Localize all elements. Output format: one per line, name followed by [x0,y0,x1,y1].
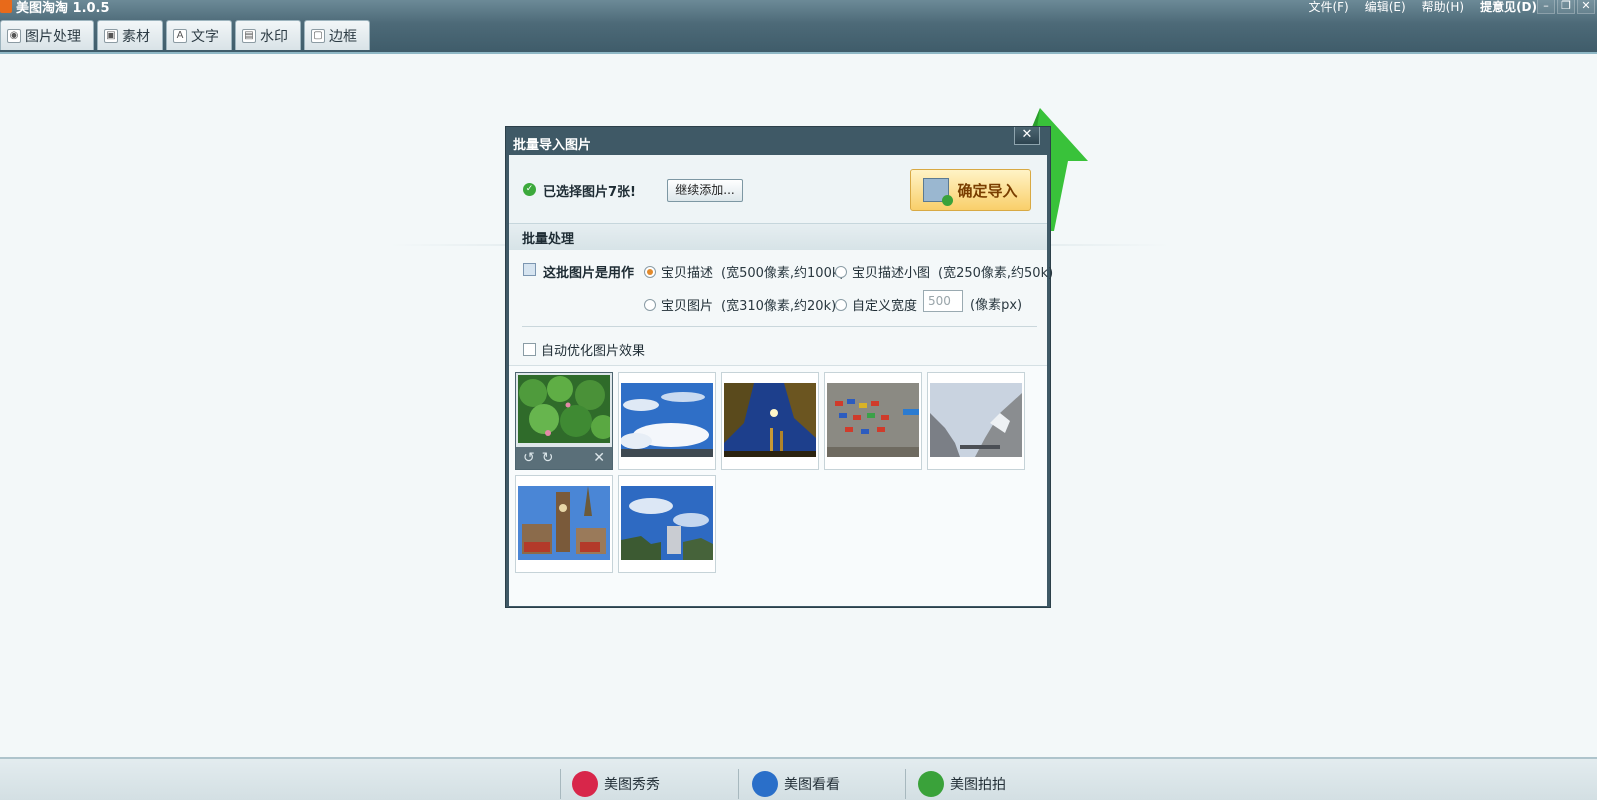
section-divider [522,326,1037,327]
bottom-link-meitu-paipai[interactable]: 美图拍拍 [918,771,1006,797]
thumbnail-blue-sky[interactable] [618,372,716,470]
tab-label: 图片处理 [25,28,81,45]
bottom-link-meitu-xiuxiu[interactable]: 美图秀秀 [572,771,660,797]
batch-section-header: 批量处理 [509,223,1047,250]
radio-item-picture[interactable]: 宝贝图片 (宽310像素,约20k) [644,295,836,314]
bottom-bar: 美图秀秀 美图看看 美图拍拍 [0,757,1597,800]
tab-frame[interactable]: ▢ 边框 [304,20,370,50]
auto-optimize-label: 自动优化图片效果 [541,344,646,359]
tab-label: 素材 [122,28,150,45]
tab-label: 文字 [191,28,219,45]
main-tabs: ◉ 图片处理 ▣ 素材 A 文字 ▤ 水印 ▢ 边框 [0,20,370,50]
rotate-left-icon[interactable]: ↺ [523,450,535,466]
bottom-separator [738,769,739,799]
selection-summary: ✓ 已选择图片7张! 继续添加... 确定导入 [509,155,1047,223]
meitu-paipai-icon [918,771,944,797]
radio-button[interactable] [644,298,656,311]
thumbnail-toolbar: ↺ ↻ ✕ [516,447,612,469]
sky-photo [621,383,713,457]
radio-item-description[interactable]: 宝贝描述 (宽500像素,约100k) [644,262,844,281]
frame-icon: ▢ [311,28,325,43]
thumbnail-snow-mountain[interactable] [927,372,1025,470]
usage-icon [523,263,536,276]
dialog-body: ✓ 已选择图片7张! 继续添加... 确定导入 批量处理 这批图片是用作 宝贝描… [509,155,1053,606]
usage-label: 这批图片是用作 [543,266,635,281]
app-name: 美图淘淘 1.0.5 [16,0,110,16]
confirm-import-button[interactable]: 确定导入 [910,169,1031,211]
minimize-icon[interactable]: – [1537,0,1555,14]
radio-button[interactable] [835,298,847,311]
selected-count-text: 已选择图片7张! [543,185,636,200]
auto-optimize-checkbox[interactable] [523,343,536,356]
menu-file[interactable]: 文件(F) [1308,0,1348,15]
batch-import-dialog: 批量导入图片 ✕ ✓ 已选择图片7张! 继续添加... 确定导入 批量处理 这批… [505,126,1053,608]
batch-section-title: 批量处理 [522,232,575,247]
bottom-separator [905,769,906,799]
remove-icon[interactable]: ✕ [593,450,605,466]
menu-edit[interactable]: 编辑(E) [1365,0,1406,15]
app-logo-icon [0,0,12,13]
import-image-icon [923,178,954,206]
thumbnail-flag-wall[interactable] [824,372,922,470]
custom-width-unit: (像素px) [970,298,1023,313]
thumbnail-lotus-leaves[interactable]: ↺ ↻ ✕ [515,372,613,470]
bottom-link-meitu-kankan[interactable]: 美图看看 [752,771,840,797]
city-sky-photo [621,486,713,560]
radio-custom-width[interactable]: 自定义宽度 [835,295,917,314]
meitu-kankan-icon [752,771,778,797]
bottom-link-label: 美图秀秀 [604,777,660,793]
bottom-link-label: 美图拍拍 [950,777,1006,793]
custom-width-input[interactable]: 500 [923,290,963,312]
radio-button[interactable] [835,265,847,278]
night-trees-photo [724,383,816,457]
menu-bar: 文件(F) 编辑(E) 帮助(H) 提意见(D) [1308,0,1537,15]
tab-material[interactable]: ▣ 素材 [97,20,163,50]
tab-text[interactable]: A 文字 [166,20,232,50]
radio-hint: (宽250像素,约50k) [938,266,1054,281]
restore-icon[interactable]: ❐ [1557,0,1575,14]
lotus-photo [518,375,610,443]
confirm-import-label: 确定导入 [957,181,1018,200]
radio-label: 宝贝描述 [661,266,714,281]
watermark-icon: ▤ [242,28,256,43]
meitu-xiuxiu-icon [572,771,598,797]
rotate-right-icon[interactable]: ↻ [542,450,554,466]
thumbnail-clock-tower[interactable] [515,475,613,573]
dialog-title: 批量导入图片 [513,138,592,153]
snow-mountain-photo [930,383,1022,457]
tab-label: 水印 [260,28,288,45]
radio-item-description-small[interactable]: 宝贝描述小图 (宽250像素,约50k) [835,262,1053,281]
bottom-link-label: 美图看看 [784,777,840,793]
thumbnail-night-trees[interactable] [721,372,819,470]
flag-wall-photo [827,383,919,457]
add-more-button[interactable]: 继续添加... [667,179,743,202]
image-process-icon: ◉ [7,28,21,43]
tab-image-process[interactable]: ◉ 图片处理 [0,20,94,50]
radio-label: 宝贝图片 [661,299,714,314]
thumbnail-city-sky[interactable] [618,475,716,573]
check-circle-icon: ✓ [523,183,536,196]
radio-button[interactable] [644,265,656,278]
thumbnail-grid: ↺ ↻ ✕ [509,365,1047,606]
tab-label: 边框 [329,28,357,45]
dialog-close-button[interactable]: ✕ [1014,127,1040,145]
title-bar: 美图淘淘 1.0.5 文件(F) 编辑(E) 帮助(H) 提意见(D) – ❐ … [0,0,1597,54]
menu-feedback[interactable]: 提意见(D) [1480,0,1537,15]
auto-optimize-option[interactable]: 自动优化图片效果 [523,340,645,359]
radio-label: 自定义宽度 [852,299,918,314]
material-icon: ▣ [104,28,118,43]
radio-hint: (宽500像素,约100k) [721,266,845,281]
clock-tower-photo [518,486,610,560]
window-controls: – ❐ ✕ [1537,0,1595,14]
bottom-separator [560,769,561,799]
app-title: 美图淘淘 1.0.5 [0,0,110,16]
tab-watermark[interactable]: ▤ 水印 [235,20,301,50]
radio-hint: (宽310像素,约20k) [721,299,837,314]
close-icon[interactable]: ✕ [1577,0,1595,14]
menu-help[interactable]: 帮助(H) [1422,0,1464,15]
radio-label: 宝贝描述小图 [852,266,931,281]
text-icon: A [173,28,187,43]
